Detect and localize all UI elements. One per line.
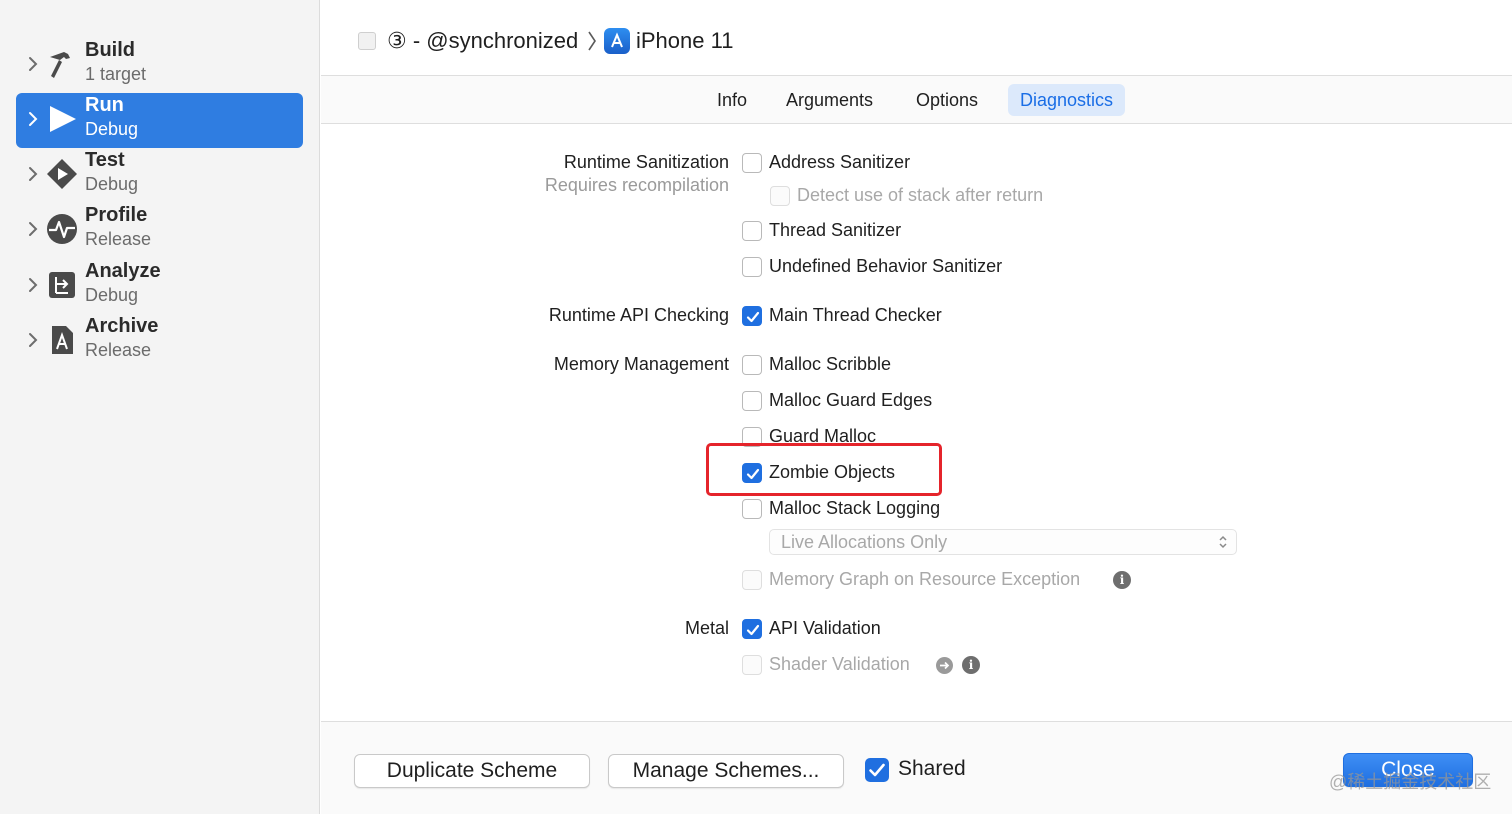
section-labels: Runtime Sanitization Requires recompilat… — [321, 124, 729, 721]
chevron-right-icon[interactable] — [22, 52, 42, 76]
archive-icon — [52, 326, 73, 354]
duplicate-scheme-button[interactable]: Duplicate Scheme — [354, 754, 590, 788]
address-sanitizer-checkbox[interactable] — [742, 153, 762, 173]
chevron-right-icon[interactable] — [22, 162, 42, 186]
memory-graph-checkbox[interactable] — [742, 570, 762, 590]
footer-bar: Duplicate Scheme Manage Schemes... Share… — [321, 721, 1512, 814]
sidebar-item-subtitle: Debug — [85, 119, 139, 139]
sidebar-item-analyze[interactable]: Analyze Debug — [16, 259, 303, 314]
malloc-stack-logging-label: Malloc Stack Logging — [769, 498, 941, 518]
sidebar-item-title: Test — [85, 149, 125, 171]
analyze-icon — [49, 272, 75, 298]
chevron-right-icon[interactable] — [22, 217, 42, 241]
sidebar-item-subtitle: Debug — [85, 285, 139, 305]
checkmark-icon — [746, 311, 760, 323]
tab-diagnostics[interactable]: Diagnostics — [1008, 84, 1126, 116]
sidebar-item-title: Profile — [85, 204, 148, 226]
shared-label: Shared — [898, 757, 966, 780]
main-thread-checker-label: Main Thread Checker — [769, 305, 942, 325]
breadcrumb-device[interactable]: iPhone 11 — [636, 28, 733, 54]
manage-schemes-button[interactable]: Manage Schemes... — [608, 754, 844, 788]
diagnostics-panel: Runtime Sanitization Requires recompilat… — [321, 124, 1512, 721]
memory-graph-label: Memory Graph on Resource Exception — [769, 569, 1081, 589]
section-label-runtime-sanitization: Runtime Sanitization — [563, 152, 729, 172]
breadcrumb: ③ - @synchronized iPhone 11 — [321, 0, 1512, 76]
malloc-scribble-checkbox[interactable] — [742, 355, 762, 375]
thread-sanitizer-checkbox[interactable] — [742, 221, 762, 241]
project-icon — [358, 32, 376, 50]
section-label-memory: Memory Management — [553, 354, 729, 374]
tab-bar: Info Arguments Options Diagnostics — [321, 76, 1512, 124]
app-icon — [604, 28, 630, 54]
sidebar-item-profile[interactable]: Profile Release — [16, 203, 303, 258]
sidebar-item-archive[interactable]: Archive Release — [16, 314, 303, 369]
detect-stack-after-return-checkbox[interactable] — [770, 186, 790, 206]
stack-logging-mode-value: Live Allocations Only — [781, 532, 948, 552]
thread-sanitizer-label: Thread Sanitizer — [769, 220, 902, 240]
chevron-right-icon[interactable] — [22, 107, 42, 131]
waveform-icon — [47, 214, 77, 244]
undefined-behavior-sanitizer-label: Undefined Behavior Sanitizer — [769, 256, 1003, 276]
undefined-behavior-sanitizer-checkbox[interactable] — [742, 257, 762, 277]
api-validation-checkbox[interactable] — [742, 619, 762, 639]
tab-info[interactable]: Info — [705, 84, 759, 116]
section-sublabel-requires-recompilation: Requires recompilation — [544, 175, 729, 195]
tab-options[interactable]: Options — [904, 84, 990, 116]
watermark: @稀土掘金技术社区 — [1329, 772, 1492, 792]
sidebar-item-title: Build — [85, 39, 135, 61]
detect-stack-after-return-label: Detect use of stack after return — [797, 185, 1044, 205]
chevron-right-icon[interactable] — [22, 328, 42, 352]
info-icon[interactable]: i — [962, 656, 980, 674]
sidebar-item-subtitle: Release — [85, 340, 152, 360]
go-arrow-icon[interactable] — [936, 657, 953, 674]
checkmark-icon — [746, 624, 760, 636]
malloc-guard-edges-checkbox[interactable] — [742, 391, 762, 411]
api-validation-label: API Validation — [769, 618, 881, 638]
breadcrumb-separator-icon — [588, 31, 596, 51]
up-down-arrows-icon — [1219, 535, 1227, 549]
info-icon[interactable]: i — [1113, 571, 1131, 589]
sidebar-item-test[interactable]: Test Debug — [16, 148, 303, 203]
section-label-runtime-api: Runtime API Checking — [548, 305, 729, 325]
stack-logging-mode-select[interactable]: Live Allocations Only — [769, 529, 1237, 555]
shader-validation-label: Shader Validation — [769, 654, 910, 674]
tab-arguments[interactable]: Arguments — [774, 84, 885, 116]
sidebar-item-title: Run — [85, 94, 124, 116]
shader-validation-checkbox[interactable] — [742, 655, 762, 675]
scheme-action-sidebar: Build 1 target Run Debug Test Debug Prof… — [0, 0, 320, 814]
sidebar-item-subtitle: 1 target — [85, 64, 147, 84]
zombie-objects-highlight-box — [706, 443, 942, 496]
hammer-icon — [50, 52, 70, 78]
sidebar-item-subtitle: Debug — [85, 174, 139, 194]
breadcrumb-scheme[interactable]: ③ - @synchronized — [387, 28, 578, 54]
sidebar-item-subtitle: Release — [85, 229, 152, 249]
play-icon — [50, 106, 76, 132]
malloc-scribble-label: Malloc Scribble — [769, 354, 892, 374]
address-sanitizer-label: Address Sanitizer — [769, 152, 911, 172]
sidebar-item-run[interactable]: Run Debug — [16, 93, 303, 148]
checkmark-icon — [869, 763, 885, 777]
main-thread-checker-checkbox[interactable] — [742, 306, 762, 326]
sidebar-item-title: Analyze — [85, 260, 161, 282]
sidebar-item-build[interactable]: Build 1 target — [16, 38, 303, 93]
malloc-stack-logging-checkbox[interactable] — [742, 499, 762, 519]
chevron-right-icon[interactable] — [22, 273, 42, 297]
sidebar-item-title: Archive — [85, 315, 159, 337]
test-diamond-icon — [47, 159, 77, 189]
malloc-guard-edges-label: Malloc Guard Edges — [769, 390, 933, 410]
section-label-metal: Metal — [684, 618, 729, 638]
shared-checkbox[interactable] — [865, 758, 889, 782]
